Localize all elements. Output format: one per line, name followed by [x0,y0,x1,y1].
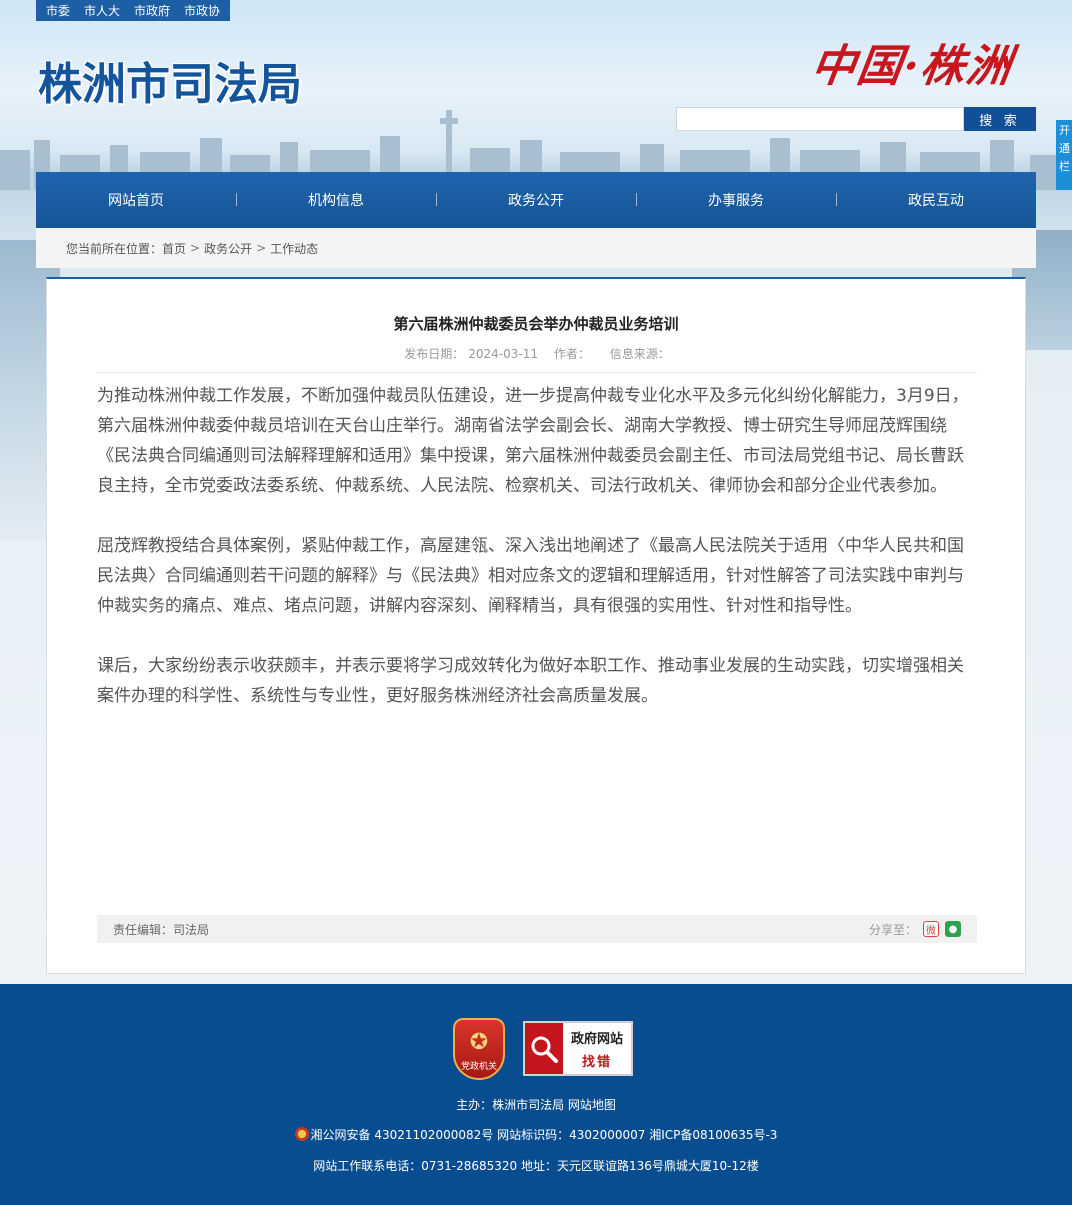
error-badge-line2: 找错 [581,1054,612,1070]
top-link-peoples-congress[interactable]: 市人大 [84,2,120,19]
error-badge-line1: 政府网站 [570,1031,623,1047]
main-nav: 网站首页 机构信息 政务公开 办事服务 政民互动 [36,172,1036,228]
source-label: 信息来源： [609,347,670,361]
article-paragraph-2: 屈茂辉教授结合具体案例，紧贴仲裁工作，高屋建瓴、深入浅出地阐述了《最高人民法院关… [97,536,964,616]
breadcrumb-gov-affairs[interactable]: 政务公开 [204,240,252,257]
article-title: 第六届株洲仲裁委员会举办仲裁员业务培训 [393,315,679,333]
footer-contact: 网站工作联系电话：0731-28685320 地址：天元区联谊路136号鼎城大厦… [313,1159,759,1173]
share-label: 分享至： [868,922,917,937]
party-emblem-icon: ✪ [469,1030,489,1055]
editor-bar: 责任编辑：司法局 分享至： 微 ● [97,915,977,943]
breadcrumb-prefix: 您当前所在位置： [66,241,163,256]
article-container: 第六届株洲仲裁委员会举办仲裁员业务培训 发布日期： 2024-03-11 作者： … [46,277,1026,974]
breadcrumb-separator: > [256,241,267,255]
nav-item-services[interactable]: 办事服务 [636,190,836,210]
article-meta: 发布日期： 2024-03-11 作者： 信息来源： [97,345,977,373]
nav-item-home[interactable]: 网站首页 [36,190,236,210]
site-title-logo[interactable]: 株洲市司法局 [38,48,302,112]
article-paragraph-3: 课后，大家纷纷表示收获颇丰，并表示要将学习成效转化为做好本职工作、推动事业发展的… [97,656,964,706]
breadcrumb-work-news[interactable]: 工作动态 [270,240,318,257]
footer-record[interactable]: 湘公网安备 43021102000082号 网站标识码：4302000007 湘… [311,1128,778,1142]
article-body: 为推动株洲仲裁工作发展，不断加强仲裁员队伍建设，进一步提高仲裁专业化水平及多元化… [97,381,977,741]
breadcrumb-separator: > [190,241,201,255]
article-paragraph-1: 为推动株洲仲裁工作发展，不断加强仲裁员队伍建设，进一步提高仲裁专业化水平及多元化… [97,386,969,496]
top-link-government[interactable]: 市政府 [134,2,170,19]
police-badge-icon [294,1127,309,1141]
footer-record-line: 湘公网安备 43021102000082号 网站标识码：4302000007 湘… [0,1126,1072,1143]
china-zhuzhou-calligraphy-logo: 中国·株洲 [807,41,1017,92]
wechat-share-icon[interactable]: ● [945,921,961,937]
gov-website-error-report-badge[interactable]: 政府网站 找错 [523,1021,633,1076]
share-area: 分享至： 微 ● [869,921,961,938]
author-label: 作者： [553,347,590,361]
publish-date: 2024-03-11 [468,347,539,361]
top-link-party-committee[interactable]: 市委 [46,2,70,19]
nav-item-interaction[interactable]: 政民互动 [836,190,1036,210]
party-government-badge[interactable]: ✪ 党政机关 [453,1018,505,1080]
search-input[interactable] [676,107,964,131]
editor-label: 责任编辑：司法局 [113,922,210,937]
publish-date-label: 发布日期： [404,347,465,361]
party-badge-label: 党政机关 [460,1062,497,1072]
magnifier-icon [525,1023,563,1074]
footer-sponsor: 主办：株洲市司法局 网站地图 [456,1098,616,1112]
top-link-cppcc[interactable]: 市政协 [184,2,220,19]
nav-item-organization[interactable]: 机构信息 [236,190,436,210]
side-float-tab[interactable]: 开通栏 [1056,120,1072,190]
footer: ✪ 党政机关 政府网站 找错 主办：株洲市司法局 网站地图 湘公网安备 4302… [0,984,1072,1205]
weibo-share-icon[interactable]: 微 [923,921,939,937]
breadcrumb-home[interactable]: 首页 [162,240,186,257]
breadcrumb: 您当前所在位置： 首页 > 政务公开 > 工作动态 [36,228,1036,268]
search-button[interactable]: 搜 索 [964,107,1036,131]
top-links-bar: 市委 市人大 市政府 市政协 [36,0,231,21]
nav-item-gov-affairs[interactable]: 政务公开 [436,190,636,210]
